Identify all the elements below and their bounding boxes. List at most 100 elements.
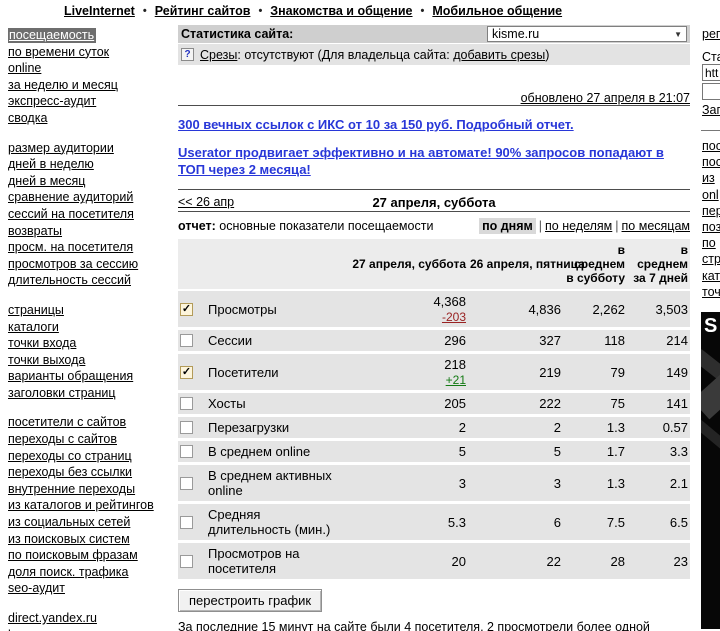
sidebar-row: сессий на посетителя xyxy=(8,206,174,223)
value-cell: 75 xyxy=(563,392,627,416)
sidebar-row: посещаемость xyxy=(8,27,174,44)
sidebar-item-из-социальных-сетей[interactable]: из социальных сетей xyxy=(8,515,130,529)
sidebar-item-из-каталогов-и-рейтингов[interactable]: из каталогов и рейтингов xyxy=(8,498,154,512)
row-checkbox[interactable] xyxy=(180,516,193,529)
sidebar-item-дней-в-неделю[interactable]: дней в неделю xyxy=(8,157,94,171)
slices-status-text: : отсутствуют (Для владельца сайта: xyxy=(237,48,453,62)
right-panel-link-2[interactable]: пос xyxy=(702,154,720,170)
row-checkbox[interactable] xyxy=(180,555,193,568)
sidebar-item-возвраты[interactable]: возвраты xyxy=(8,224,62,238)
metric-label-cell: Перезагрузки xyxy=(178,416,344,440)
sidebar-item-begun.ru[interactable]: begun.ru xyxy=(8,628,57,631)
sidebar-item-по-поисковым-фразам[interactable]: по поисковым фразам xyxy=(8,548,138,562)
right-panel-link-9[interactable]: кат xyxy=(702,268,720,284)
delta-link[interactable]: +21 xyxy=(346,373,466,387)
metric-label: Посетители xyxy=(208,365,279,380)
tab-по-месяцам[interactable]: по месяцам xyxy=(622,219,690,233)
sidebar-item-размер-аудитории[interactable]: размер аудитории xyxy=(8,141,114,155)
right-panel-link-7[interactable]: по xyxy=(702,235,720,251)
metric-value: 22 xyxy=(547,554,561,569)
sidebar-item-каталоги[interactable]: каталоги xyxy=(8,320,59,334)
sidebar-row: каталоги xyxy=(8,319,174,336)
right-panel-link-8[interactable]: стр xyxy=(702,251,720,267)
sidebar-item-переходы-с-сайтов[interactable]: переходы с сайтов xyxy=(8,432,117,446)
value-cell: 3 xyxy=(468,464,563,503)
metric-value: 219 xyxy=(539,365,561,380)
value-cell: 218+21 xyxy=(344,353,468,392)
row-checkbox[interactable] xyxy=(180,445,193,458)
row-checkbox[interactable] xyxy=(180,397,193,410)
sidebar-item-дней-в-месяц[interactable]: дней в месяц xyxy=(8,174,85,188)
delta-link[interactable]: -203 xyxy=(346,310,466,324)
sidebar-item-переходы-со-страниц[interactable]: переходы со страниц xyxy=(8,449,132,463)
sidebar-item-за-неделю-и-месяц[interactable]: за неделю и месяц xyxy=(8,78,118,92)
ad-link-1[interactable]: 300 вечных ссылок с ИКС от 10 за 150 руб… xyxy=(178,116,680,133)
topnav-link-3[interactable]: Знакомства и общение xyxy=(270,4,412,18)
right-panel-link-3[interactable]: из xyxy=(702,170,720,186)
right-panel-register-link[interactable]: рег xyxy=(702,27,720,41)
slices-link[interactable]: Срезы xyxy=(200,48,237,62)
sidebar-item-посетители-с-сайтов[interactable]: посетители с сайтов xyxy=(8,415,126,429)
right-panel-link-6[interactable]: поз xyxy=(702,219,720,235)
sidebar-item-варианты-обращения[interactable]: варианты обращения xyxy=(8,369,133,383)
url-input[interactable]: htt xyxy=(702,64,720,81)
value-cell: 118 xyxy=(563,329,627,353)
metric-label-wrap: ✓ Посетители xyxy=(180,365,342,380)
topnav-link-1[interactable]: LiveInternet xyxy=(64,4,135,18)
sidebar-item-экспресс-аудит[interactable]: экспресс-аудит xyxy=(8,94,96,108)
sidebar-item-по-времени-суток[interactable]: по времени суток xyxy=(8,45,109,59)
rebuild-chart-button[interactable]: перестроить график xyxy=(178,589,322,612)
site-select[interactable]: kisme.ru ▼ xyxy=(487,26,687,42)
updated-row: обновлено 27 апреля в 21:07 xyxy=(178,91,690,105)
sidebar-item-точки-входа[interactable]: точки входа xyxy=(8,336,76,350)
sidebar-item-сравнение-аудиторий[interactable]: сравнение аудиторий xyxy=(8,190,133,204)
add-slices-link[interactable]: добавить срезы xyxy=(453,48,545,62)
sidebar-item-просм.-на-посетителя[interactable]: просм. на посетителя xyxy=(8,240,133,254)
row-checkbox[interactable] xyxy=(180,477,193,490)
topnav-link-4[interactable]: Мобильное общение xyxy=(432,4,562,18)
sidebar-item-внутренние-переходы[interactable]: внутренние переходы xyxy=(8,482,135,496)
row-checkbox[interactable] xyxy=(180,334,193,347)
right-panel-link-4[interactable]: onl xyxy=(702,187,720,203)
right-panel-link-10[interactable]: точ xyxy=(702,284,720,300)
sidebar-item-просмотров-за-сессию[interactable]: просмотров за сессию xyxy=(8,257,138,271)
metric-label-cell: В среднем активных online xyxy=(178,464,344,503)
sidebar-item-из-поисковых-систем[interactable]: из поисковых систем xyxy=(8,532,130,546)
metric-value: 1.3 xyxy=(607,420,625,435)
updated-link[interactable]: обновлено 27 апреля в 21:07 xyxy=(521,91,690,105)
right-panel-link-1[interactable]: пос xyxy=(702,138,720,154)
right-panel-links: поспосизonlперпозпостркатточ xyxy=(702,138,720,300)
sidebar-item-заголовки-страниц[interactable]: заголовки страниц xyxy=(8,386,116,400)
sidebar-group: страницы каталоги точки входа точки выхода в… xyxy=(8,302,174,402)
value-cell: 28 xyxy=(563,542,627,581)
secondary-input[interactable] xyxy=(702,83,720,100)
value-cell: 1.3 xyxy=(563,416,627,440)
sidebar-item-сводка[interactable]: сводка xyxy=(8,111,47,125)
topnav-link-2[interactable]: Рейтинг сайтов xyxy=(155,4,251,18)
ad-banner[interactable]: S xyxy=(701,312,720,629)
divider xyxy=(178,189,690,190)
help-icon[interactable]: ? xyxy=(181,48,194,61)
sidebar-item-посещаемость[interactable]: посещаемость xyxy=(8,28,96,43)
right-panel-submit-link[interactable]: Заг xyxy=(702,103,720,117)
sidebar-row: из поисковых систем xyxy=(8,531,174,548)
metric-value: 214 xyxy=(666,333,688,348)
sidebar-item-переходы-без-ссылки[interactable]: переходы без ссылки xyxy=(8,465,132,479)
sidebar-item-сессий-на-посетителя[interactable]: сессий на посетителя xyxy=(8,207,134,221)
prev-day-link[interactable]: << 26 апр xyxy=(178,195,234,209)
metric-value: 2 xyxy=(459,420,466,435)
banner-letter: S xyxy=(704,315,717,338)
sidebar-item-online[interactable]: online xyxy=(8,61,41,75)
sidebar-item-точки-выхода[interactable]: точки выхода xyxy=(8,353,85,367)
sidebar-item-direct.yandex.ru[interactable]: direct.yandex.ru xyxy=(8,611,97,625)
tab-по-неделям[interactable]: по неделям xyxy=(545,219,612,233)
ad-link-2[interactable]: Userator продвигает эффективно и на авто… xyxy=(178,144,680,178)
row-checkbox[interactable] xyxy=(180,421,193,434)
sidebar-item-seo-аудит[interactable]: seo-аудит xyxy=(8,581,65,595)
right-panel-link-5[interactable]: пер xyxy=(702,203,720,219)
sidebar-item-длительность-сессий[interactable]: длительность сессий xyxy=(8,273,131,287)
row-checkbox[interactable]: ✓ xyxy=(180,366,193,379)
row-checkbox[interactable]: ✓ xyxy=(180,303,193,316)
sidebar-item-доля-поиск.-трафика[interactable]: доля поиск. трафика xyxy=(8,565,128,579)
sidebar-item-страницы[interactable]: страницы xyxy=(8,303,64,317)
